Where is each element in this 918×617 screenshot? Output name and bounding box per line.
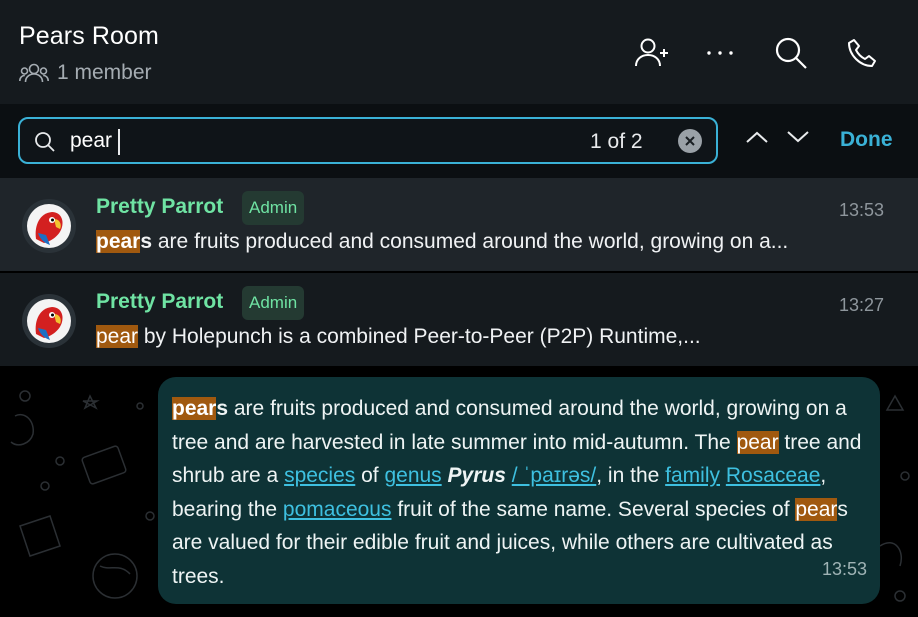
admin-badge: Admin — [242, 191, 305, 225]
room-header: Pears Room 1 member — [0, 0, 918, 104]
members-icon — [19, 62, 49, 84]
call-icon[interactable] — [842, 33, 882, 73]
snippet-text: by Holepunch is a combined Peer-to-Peer … — [138, 325, 701, 348]
message-time: 13:53 — [838, 200, 884, 220]
message-snippet: pear by Holepunch is a combined Peer-to-… — [96, 325, 896, 349]
members-label: 1 member — [57, 61, 152, 84]
member-count[interactable]: 1 member — [19, 61, 152, 85]
link-pronunciation[interactable]: / ˈpaɪrəs/ — [512, 464, 597, 487]
search-input[interactable] — [70, 127, 550, 155]
sender-name: Pretty Parrot — [96, 195, 224, 218]
link-species[interactable]: species — [284, 464, 355, 487]
search-highlight: pear — [736, 430, 779, 454]
avatar — [22, 199, 76, 253]
pyrus-text: Pyrus — [447, 464, 506, 488]
message-text: , in the — [596, 464, 666, 488]
previous-match-chevron-up-icon[interactable] — [745, 130, 769, 149]
avatar — [22, 294, 76, 348]
sender-name: Pretty Parrot — [96, 290, 224, 313]
link-pomaceous[interactable]: pomaceous — [283, 498, 392, 521]
text-caret — [118, 129, 120, 155]
match-counter: 1 of 2 — [590, 130, 643, 153]
message-text: of — [355, 464, 385, 488]
search-highlight: pear — [172, 397, 217, 420]
search-icon[interactable] — [771, 33, 811, 73]
message-time: 13:27 — [838, 295, 884, 315]
search-field-icon — [34, 131, 56, 158]
search-result-item[interactable]: Pretty Parrot Admin 13:53 pears are frui… — [0, 178, 918, 271]
highlight-suffix: s — [216, 397, 229, 420]
search-highlight: pear — [96, 230, 141, 253]
done-button[interactable]: Done — [840, 128, 893, 152]
message-snippet: pears are fruits produced and consumed a… — [96, 230, 896, 254]
link-rosaceae[interactable]: Rosaceae — [726, 464, 821, 487]
highlight-suffix: s — [140, 230, 153, 253]
search-result-item[interactable]: Pretty Parrot Admin 13:27 pear by Holepu… — [0, 273, 918, 366]
clear-search-button[interactable] — [678, 129, 702, 153]
search-bar: 1 of 2 Done — [0, 104, 918, 178]
next-match-chevron-down-icon[interactable] — [786, 130, 810, 149]
message-time: 13:53 — [821, 559, 867, 580]
search-highlight: pear — [96, 325, 139, 348]
link-family[interactable]: family — [665, 464, 720, 487]
link-genus[interactable]: genus — [384, 464, 441, 487]
add-member-icon[interactable] — [632, 33, 672, 73]
message-text: fruit of the same name. Several species … — [391, 497, 796, 521]
more-options-icon[interactable] — [700, 33, 740, 73]
message-bubble[interactable]: pears are fruits produced and consumed a… — [158, 377, 880, 604]
admin-badge: Admin — [242, 286, 305, 320]
search-field[interactable]: 1 of 2 — [18, 117, 718, 164]
snippet-text: are fruits produced and consumed around … — [152, 230, 789, 253]
room-title: Pears Room — [19, 22, 159, 50]
search-highlight: pear — [795, 497, 838, 521]
